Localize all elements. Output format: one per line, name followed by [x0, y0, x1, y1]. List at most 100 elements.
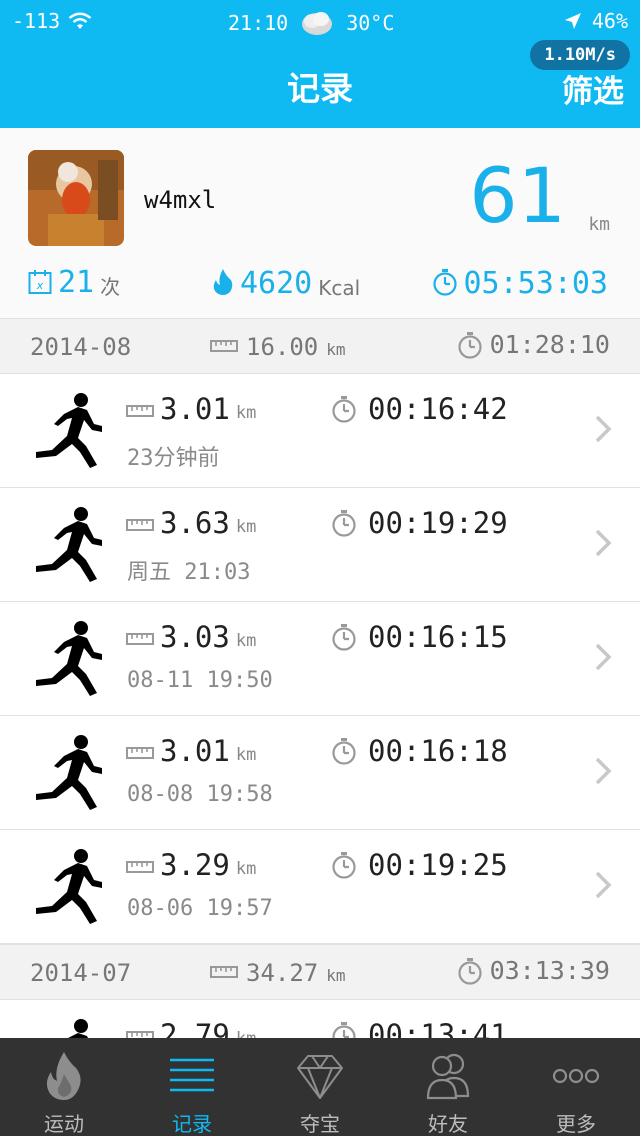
top-header: -113 21:10 30°C 46% 记录 1.10M/s 筛选	[0, 0, 640, 128]
stopwatch-icon	[332, 396, 356, 423]
battery-level: 46%	[591, 9, 628, 33]
tab-more[interactable]: 更多	[512, 1038, 640, 1136]
runner-icon	[36, 393, 102, 468]
status-left: -113	[12, 9, 92, 33]
chevron-right-icon[interactable]	[594, 528, 612, 558]
run-date: 周五 21:03	[127, 560, 251, 585]
status-bar: -113 21:10 30°C 46%	[0, 0, 640, 42]
signal-strength: -113	[12, 9, 61, 33]
run-duration: 00:16:15	[330, 620, 508, 654]
month-duration: 03:13:39	[456, 956, 610, 985]
status-center: 21:10 30°C	[228, 9, 394, 37]
tab-label: 夺宝	[300, 1112, 340, 1136]
username: w4mxl	[144, 186, 217, 214]
profile-summary: w4mxl 61 km x 21 次 4620 Kcal 05:53:03	[0, 128, 640, 318]
run-date: 08-11 19:50	[127, 668, 273, 693]
run-row[interactable]: 3.29 km 00:19:25 08-06 19:57	[0, 830, 640, 944]
month-distance-unit: km	[326, 340, 346, 359]
run-duration: 00:19:25	[330, 848, 508, 882]
diamond-icon	[297, 1055, 343, 1099]
wifi-icon	[68, 12, 92, 29]
runner-icon	[36, 849, 102, 924]
location-arrow-icon	[564, 13, 581, 29]
more-icon	[552, 1068, 600, 1084]
runner-icon	[36, 735, 102, 810]
run-row[interactable]: 3.01 km 00:16:42 23分钟前	[0, 374, 640, 488]
month-duration-value: 01:28:10	[489, 330, 610, 359]
chevron-right-icon[interactable]	[594, 642, 612, 672]
run-duration-value: 00:16:42	[368, 392, 508, 426]
run-count-stat: x 21 次	[28, 268, 120, 298]
svg-text:x: x	[36, 279, 44, 292]
status-right: 46%	[564, 9, 628, 33]
run-count-unit: 次	[100, 275, 121, 299]
run-duration: 00:16:42	[330, 392, 508, 426]
run-distance-unit: km	[235, 745, 257, 765]
ruler-icon	[210, 340, 238, 352]
runner-icon	[36, 621, 102, 696]
run-distance-value: 3.03	[160, 620, 230, 654]
total-time: 05:53:03	[463, 266, 609, 301]
run-row[interactable]: 3.01 km 00:16:18 08-08 19:58	[0, 716, 640, 830]
stopwatch-icon	[332, 852, 356, 879]
tab-sport[interactable]: 运动	[0, 1038, 128, 1136]
tab-treasure[interactable]: 夺宝	[256, 1038, 384, 1136]
status-time: 21:10	[228, 11, 289, 35]
tab-records[interactable]: 记录	[128, 1038, 256, 1136]
flame-icon	[46, 1052, 81, 1100]
month-distance-value: 16.00	[246, 333, 319, 361]
calories: 4620	[240, 266, 313, 301]
run-duration: 00:19:29	[330, 506, 508, 540]
ruler-icon	[126, 519, 154, 531]
total-time-stat: 05:53:03	[432, 266, 609, 301]
tab-friends[interactable]: 好友	[384, 1038, 512, 1136]
run-distance: 3.63 km	[126, 506, 256, 540]
month-duration-value: 03:13:39	[489, 956, 610, 985]
month-header: 2014-07 34.27 km 03:13:39	[0, 944, 640, 1000]
stopwatch-icon	[332, 738, 356, 765]
tab-label: 记录	[172, 1112, 212, 1136]
run-duration-value: 00:19:25	[368, 848, 508, 882]
run-row[interactable]: 3.03 km 00:16:15 08-11 19:50	[0, 602, 640, 716]
run-duration-value: 00:19:29	[368, 506, 508, 540]
month-label: 2014-08	[30, 333, 132, 361]
run-distance-value: 3.63	[160, 506, 230, 540]
total-distance-unit: km	[588, 214, 610, 235]
run-date: 08-08 19:58	[127, 782, 273, 807]
calendar-icon: x	[28, 270, 52, 294]
run-count: 21	[58, 265, 95, 300]
status-temperature: 30°C	[346, 11, 395, 35]
chevron-right-icon[interactable]	[594, 756, 612, 786]
run-row[interactable]: 3.63 km 00:19:29 周五 21:03	[0, 488, 640, 602]
chevron-right-icon[interactable]	[594, 414, 612, 444]
ruler-icon	[126, 747, 154, 759]
stopwatch-icon	[457, 331, 482, 359]
chevron-right-icon[interactable]	[594, 870, 612, 900]
month-distance-unit: km	[326, 966, 346, 985]
stopwatch-icon	[432, 269, 457, 296]
run-distance-unit: km	[235, 859, 257, 879]
run-time-ago: 23分钟前	[127, 446, 220, 471]
run-distance: 3.03 km	[126, 620, 256, 654]
ruler-icon	[210, 966, 238, 978]
run-distance-unit: km	[235, 517, 257, 537]
run-distance-unit: km	[235, 631, 257, 651]
run-duration-value: 00:16:15	[368, 620, 508, 654]
cloud-weather-icon	[302, 12, 333, 35]
month-distance: 16.00 km	[210, 333, 346, 361]
tab-label: 好友	[428, 1112, 468, 1136]
calories-unit: Kcal	[318, 276, 361, 300]
run-distance: 3.01 km	[126, 392, 256, 426]
month-duration: 01:28:10	[456, 330, 610, 359]
ruler-icon	[126, 405, 154, 417]
friends-icon	[426, 1053, 470, 1100]
flame-icon	[213, 269, 233, 295]
list-icon	[170, 1058, 214, 1092]
avatar[interactable]	[28, 150, 124, 246]
month-distance: 34.27 km	[210, 959, 346, 987]
filter-button[interactable]: 筛选	[562, 66, 624, 111]
run-distance-value: 3.29	[160, 848, 230, 882]
run-date: 08-06 19:57	[127, 896, 273, 921]
month-label: 2014-07	[30, 959, 132, 987]
runner-icon	[36, 507, 102, 582]
